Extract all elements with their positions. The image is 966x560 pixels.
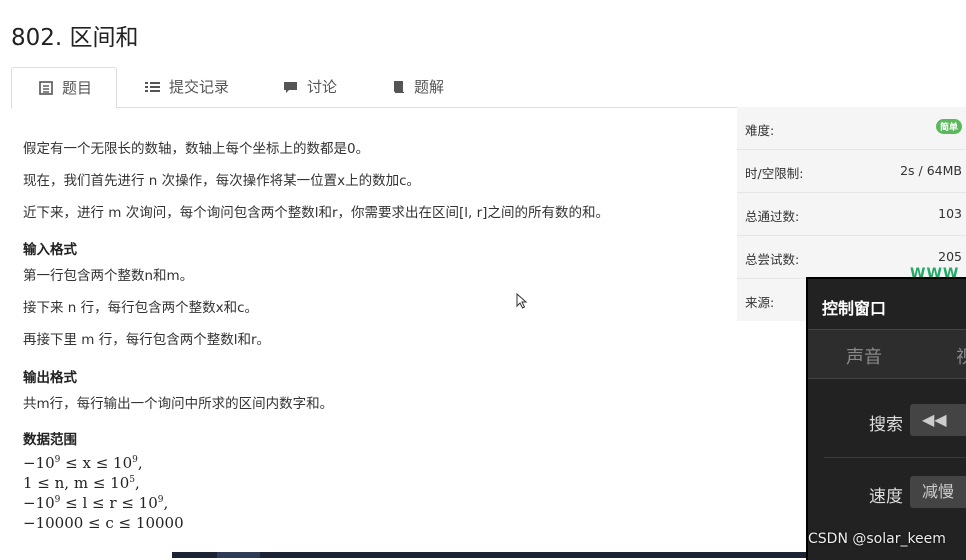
passed-label: 总通过数:: [745, 209, 800, 224]
watermark: CSDN @solar_keem: [808, 531, 946, 547]
page-title: 802. 区间和: [11, 25, 139, 51]
difficulty-row: 难度: 简单: [737, 107, 966, 150]
range-heading: 数据范围: [23, 432, 77, 448]
taskbar-strip: [172, 552, 806, 558]
tab-label: 题解: [414, 78, 445, 96]
tab-discussion[interactable]: 讨论: [283, 67, 353, 107]
input-line: 第一行包含两个整数n和m。: [23, 268, 194, 284]
rewind-button[interactable]: ◀◀: [910, 404, 966, 436]
tab-sound[interactable]: 声音: [846, 343, 882, 369]
divider: [824, 457, 966, 458]
tab-solutions[interactable]: 题解: [392, 67, 462, 107]
passed-row: 总通过数: 103: [737, 193, 966, 236]
book-icon: [392, 67, 406, 107]
tried-value: 205: [938, 249, 962, 264]
list-icon: [145, 67, 160, 107]
statement-paragraph: 假定有一个无限长的数轴，数轴上每个坐标上的数都是0。: [23, 141, 370, 157]
tab-bar: 题目 提交记录 讨论 题解: [11, 67, 966, 109]
range-formula: −109 ≤ x ≤ 109,: [23, 454, 143, 472]
control-window-title: 控制窗口: [822, 299, 887, 318]
taskbar-segment: [217, 552, 260, 558]
statement-paragraph: 近下来，进行 m 次询问，每个询问包含两个整数l和r，你需要求出在区间[l, r…: [23, 205, 609, 221]
limit-label: 时/空限制:: [745, 166, 804, 181]
mouse-cursor-icon: [516, 292, 528, 313]
difficulty-label: 难度:: [745, 123, 775, 138]
output-line: 共m行，每行输出一个询问中所求的区间内数字和。: [23, 396, 334, 412]
list-alt-icon: [39, 68, 53, 108]
tab-label: 题目: [62, 79, 93, 97]
tab-submissions[interactable]: 提交记录: [145, 67, 255, 107]
passed-value: 103: [938, 206, 962, 221]
output-heading: 输出格式: [23, 370, 77, 386]
tried-label: 总尝试数:: [745, 252, 800, 267]
input-line: 接下来 n 行，每行包含两个整数x和c。: [23, 300, 259, 316]
input-line: 再接下里 m 行，每行包含两个整数l和r。: [23, 332, 271, 348]
statement-paragraph: 现在，我们首先进行 n 次操作，每次操作将某一位置x上的数加c。: [23, 173, 421, 189]
limit-row: 时/空限制: 2s / 64MB: [737, 150, 966, 193]
control-window: 控制窗口 声音 视 搜索 ◀◀ 速度 减慢: [806, 277, 966, 560]
tab-label: 提交记录: [169, 78, 230, 96]
tab-problem[interactable]: 题目: [11, 67, 117, 109]
tab-label: 讨论: [307, 78, 338, 96]
difficulty-badge: 简单: [935, 119, 962, 134]
control-tab-bar: 声音 视: [808, 329, 966, 379]
tab-video[interactable]: 视: [956, 343, 966, 369]
comment-icon: [283, 67, 298, 107]
speed-label: 速度: [869, 487, 903, 507]
input-heading: 输入格式: [23, 242, 77, 258]
limit-value: 2s / 64MB: [900, 163, 962, 178]
range-formula: −109 ≤ l ≤ r ≤ 109,: [23, 494, 169, 512]
source-label: 来源:: [745, 295, 775, 310]
range-formula: −10000 ≤ c ≤ 10000: [23, 514, 184, 532]
slow-down-button[interactable]: 减慢: [910, 476, 966, 508]
range-formula: 1 ≤ n, m ≤ 105,: [23, 474, 140, 492]
search-label: 搜索: [869, 415, 903, 435]
